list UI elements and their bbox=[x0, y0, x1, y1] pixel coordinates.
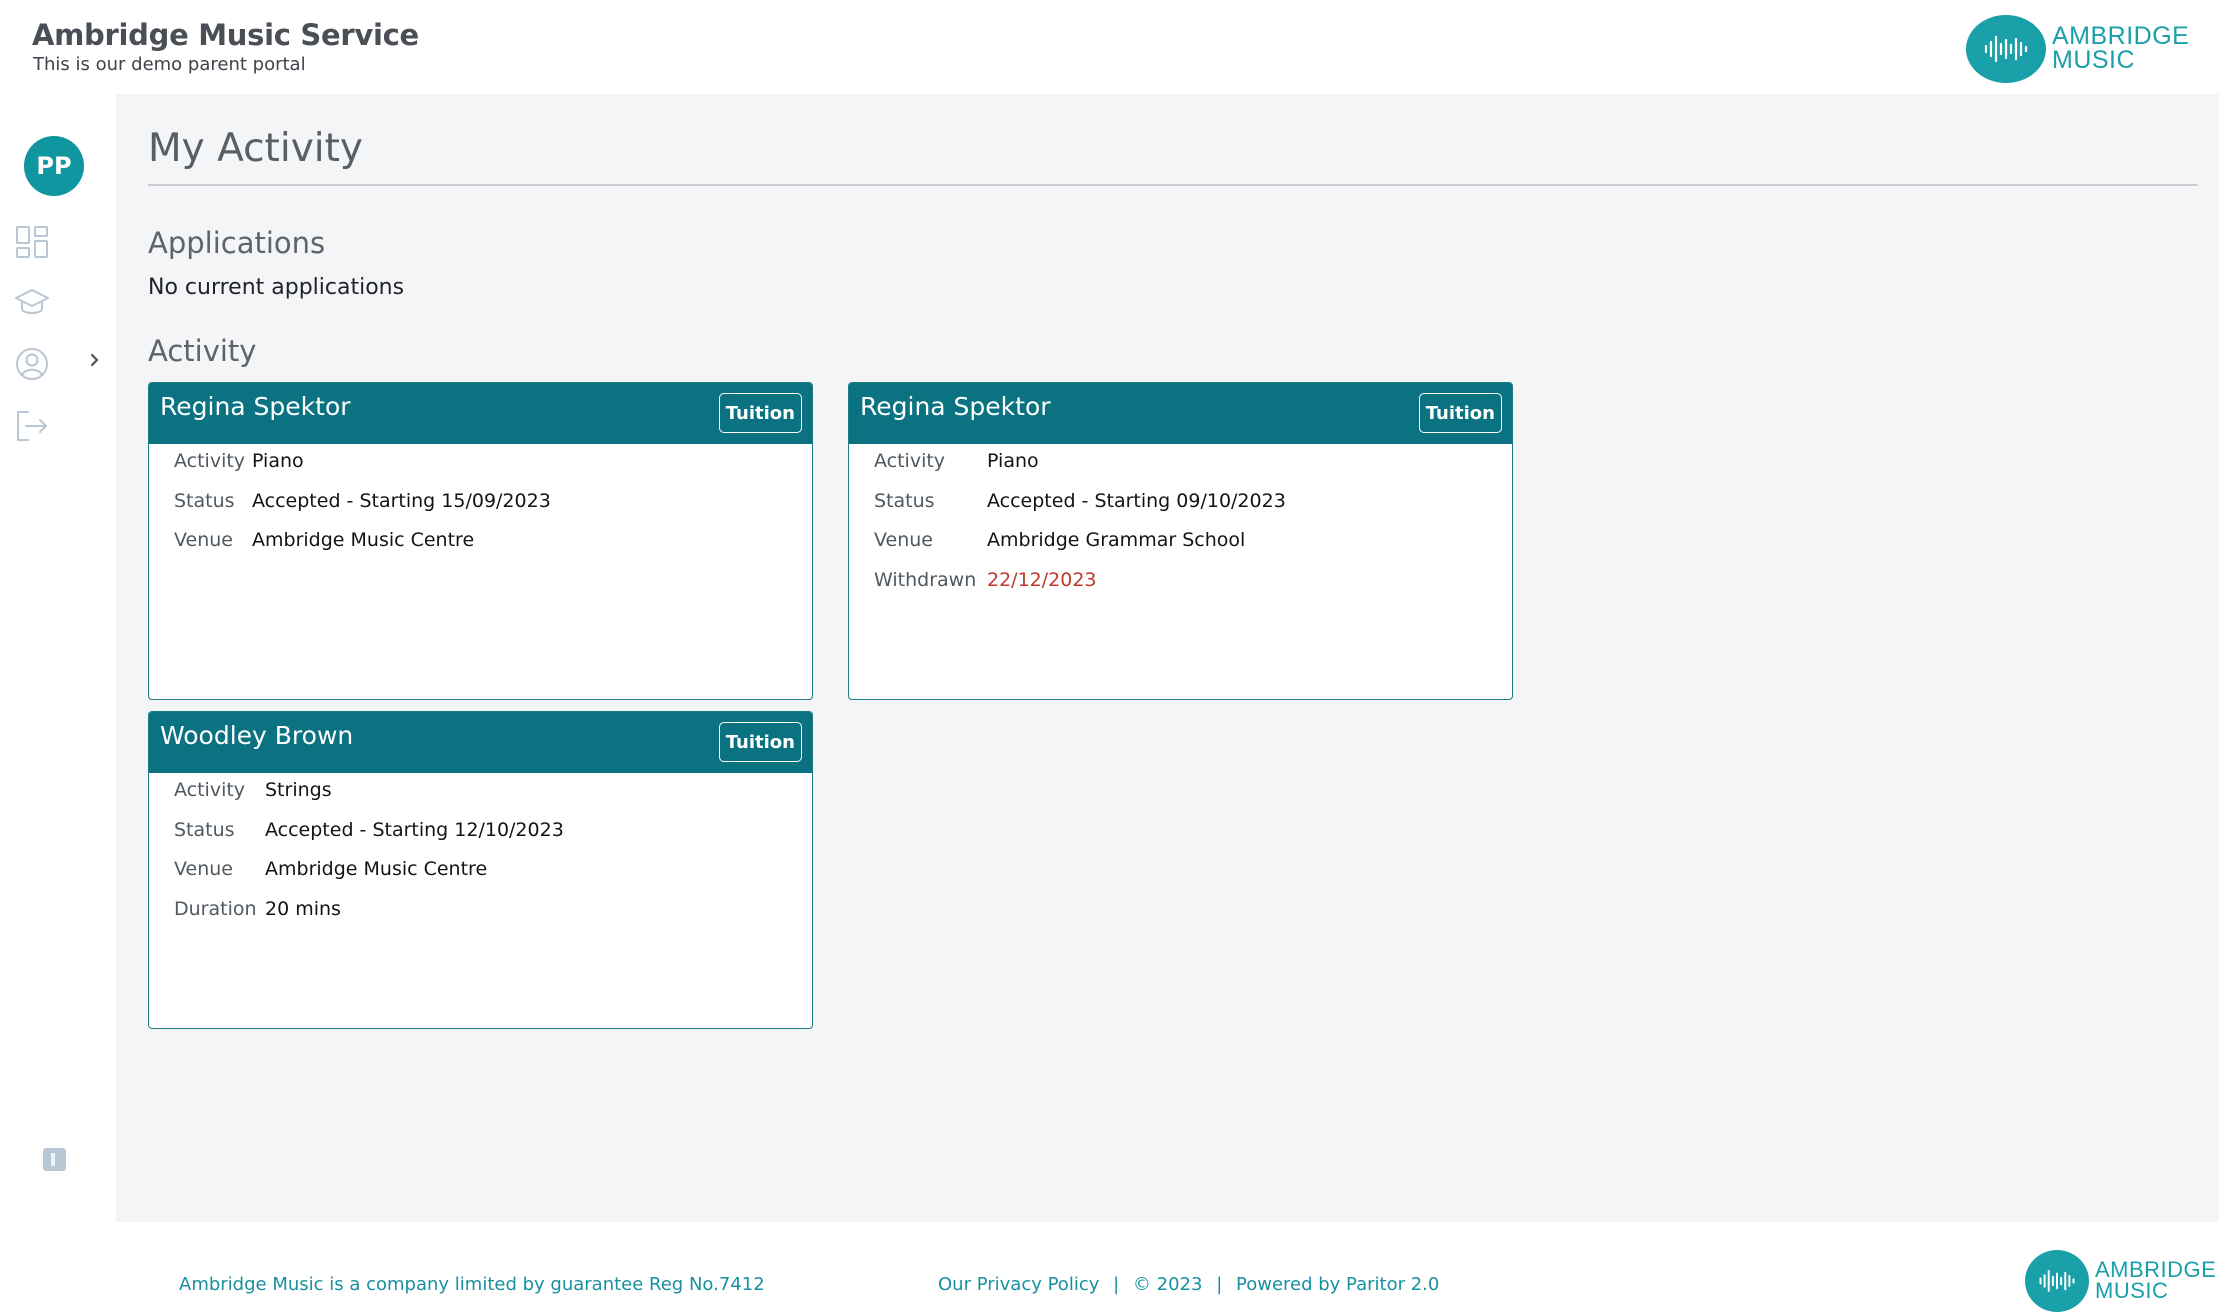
logo-wordmark: AMBRIDGE MUSIC bbox=[2052, 24, 2189, 74]
tuition-badge: Tuition bbox=[718, 722, 802, 762]
activity-row: Activity Strings bbox=[149, 779, 812, 819]
field-value: Accepted - Starting 12/10/2023 bbox=[265, 818, 564, 841]
field-label: Withdrawn bbox=[874, 568, 977, 591]
activity-row: Activity Piano bbox=[149, 450, 812, 490]
applications-empty-message: No current applications bbox=[148, 275, 405, 300]
logo-text-line-2: MUSIC bbox=[2095, 1278, 2169, 1303]
footer-links: Our Privacy Policy | © 2023 | Powered by… bbox=[938, 1274, 1439, 1295]
status-row: Status Accepted - Starting 12/10/2023 bbox=[149, 819, 812, 859]
withdrawn-date: 22/12/2023 bbox=[987, 568, 1097, 591]
card-header: Regina Spektor Tuition bbox=[149, 383, 812, 444]
company-registration-text: Ambridge Music is a company limited by g… bbox=[179, 1274, 765, 1295]
card-header: Regina Spektor Tuition bbox=[849, 383, 1512, 444]
tuition-badge: Tuition bbox=[718, 393, 802, 433]
venue-row: Venue Ambridge Grammar School bbox=[849, 529, 1512, 569]
student-name: Woodley Brown bbox=[160, 721, 354, 750]
graduation-cap-icon[interactable] bbox=[14, 284, 50, 320]
activity-row: Activity Piano bbox=[849, 450, 1512, 490]
logo-wordmark: AMBRIDGE MUSIC bbox=[2095, 1259, 2216, 1303]
ambridge-music-logo[interactable]: AMBRIDGE MUSIC bbox=[1966, 15, 2189, 83]
field-label: Activity bbox=[874, 450, 946, 472]
status-row: Status Accepted - Starting 09/10/2023 bbox=[849, 490, 1512, 530]
title-divider bbox=[148, 184, 2198, 186]
avatar[interactable]: PP bbox=[24, 136, 84, 196]
field-label: Venue bbox=[874, 529, 933, 551]
sidebar: PP bbox=[0, 94, 116, 1222]
service-title: Ambridge Music Service bbox=[32, 18, 419, 52]
venue-row: Venue Ambridge Music Centre bbox=[149, 858, 812, 898]
field-value: Accepted - Starting 15/09/2023 bbox=[252, 489, 551, 512]
field-value: Piano bbox=[252, 450, 304, 472]
main-content: My Activity Applications No current appl… bbox=[116, 94, 2219, 1222]
soundwave-logo-icon bbox=[2025, 1250, 2089, 1312]
field-label: Venue bbox=[174, 529, 233, 551]
field-value: Ambridge Music Centre bbox=[252, 529, 475, 551]
logo-text-line-2: MUSIC bbox=[2052, 46, 2136, 74]
app-header: Ambridge Music Service This is our demo … bbox=[0, 0, 2219, 94]
user-profile-icon[interactable] bbox=[14, 346, 50, 382]
dashboard-icon[interactable] bbox=[14, 224, 50, 260]
field-label: Status bbox=[174, 489, 235, 512]
activity-card[interactable]: Regina Spektor Tuition Activity Piano St… bbox=[148, 382, 813, 700]
field-label: Status bbox=[874, 489, 935, 512]
activity-heading: Activity bbox=[148, 334, 257, 368]
soundwave-logo-icon bbox=[1966, 15, 2046, 83]
applications-heading: Applications bbox=[148, 226, 326, 260]
footer-separator: | bbox=[1216, 1274, 1223, 1295]
status-row: Status Accepted - Starting 15/09/2023 bbox=[149, 490, 812, 530]
field-value: Piano bbox=[987, 450, 1039, 472]
student-name: Regina Spektor bbox=[160, 392, 351, 421]
field-label: Venue bbox=[174, 858, 233, 880]
card-header: Woodley Brown Tuition bbox=[149, 712, 812, 773]
activity-card[interactable]: Regina Spektor Tuition Activity Piano St… bbox=[848, 382, 1513, 700]
info-badge-icon[interactable] bbox=[43, 1148, 66, 1171]
powered-by-link[interactable]: Powered by Paritor 2.0 bbox=[1236, 1274, 1439, 1295]
tuition-badge: Tuition bbox=[1418, 393, 1502, 433]
field-label: Status bbox=[174, 818, 235, 841]
duration-row: Duration 20 mins bbox=[149, 898, 812, 938]
footer-separator: | bbox=[1113, 1274, 1120, 1295]
field-value: Accepted - Starting 09/10/2023 bbox=[987, 489, 1286, 512]
field-label: Activity bbox=[174, 450, 246, 472]
field-label: Activity bbox=[174, 779, 246, 801]
chevron-right-icon[interactable] bbox=[86, 352, 102, 368]
field-value: Ambridge Grammar School bbox=[987, 529, 1246, 551]
field-value: Ambridge Music Centre bbox=[265, 858, 488, 880]
footer-logo[interactable]: AMBRIDGE MUSIC bbox=[2025, 1250, 2216, 1312]
page-footer: Ambridge Music is a company limited by g… bbox=[0, 1222, 2219, 1312]
logout-icon[interactable] bbox=[14, 408, 50, 444]
field-value: 20 mins bbox=[265, 897, 341, 920]
venue-row: Venue Ambridge Music Centre bbox=[149, 529, 812, 569]
service-subtitle: This is our demo parent portal bbox=[33, 54, 306, 75]
field-label: Duration bbox=[174, 897, 257, 920]
copyright-text: © 2023 bbox=[1132, 1274, 1203, 1295]
field-value: Strings bbox=[265, 779, 332, 801]
privacy-policy-link[interactable]: Our Privacy Policy bbox=[938, 1274, 1099, 1295]
activity-card[interactable]: Woodley Brown Tuition Activity Strings S… bbox=[148, 711, 813, 1029]
withdrawn-row: Withdrawn 22/12/2023 bbox=[849, 569, 1512, 609]
student-name: Regina Spektor bbox=[860, 392, 1051, 421]
page-title: My Activity bbox=[148, 126, 363, 171]
